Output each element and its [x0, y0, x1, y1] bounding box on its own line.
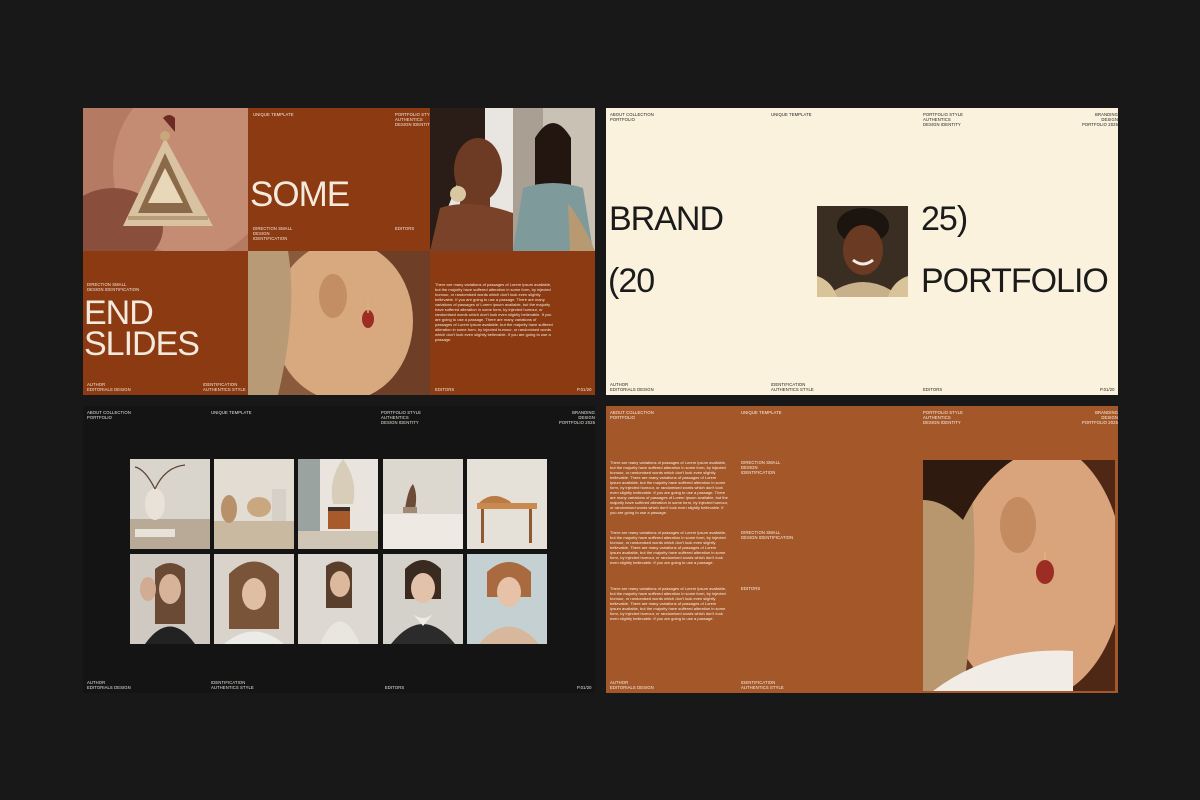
- identification-label: IDENTIFICATION AUTHENTICS STYLE: [741, 680, 784, 690]
- editors-bottom-label: EDITORS: [435, 387, 455, 392]
- heading-brand: BRAND: [609, 200, 724, 238]
- gallery-photo-woman-3: [298, 554, 378, 644]
- heading-slides: SLIDES: [84, 325, 200, 363]
- slide-editorial-text: ABOUT COLLECTION PORTFOLIO UNIQUE TEMPLA…: [606, 406, 1118, 693]
- direction-small-label-1: DIRECTION SMALL DESIGN IDENTIFICATION: [741, 460, 781, 475]
- direction-small-label-2: DIRECTION SMALL DESIGN IDENTIFICATION: [741, 530, 794, 540]
- direction-small-label: DIRECTION SMALL DESIGN IDENTIFICATION: [253, 226, 293, 241]
- author-label: AUTHOR EDITORIALS DESIGN: [610, 680, 654, 690]
- gallery-photo-pottery: [214, 459, 294, 549]
- body-paragraph-1: There are many variations of passages of…: [610, 460, 728, 515]
- unique-template-label: UNIQUE TEMPLATE: [771, 112, 812, 117]
- slide-gallery: ABOUT COLLECTION PORTFOLIO UNIQUE TEMPLA…: [83, 406, 595, 693]
- earring-neck-photo: [248, 251, 430, 395]
- portfolio-style-label: PORTFOLIO STYLE AUTHENTICS DESIGN IDENTI…: [923, 410, 964, 425]
- portfolio-style-label: PORTFOLIO STYLE AUTHENTICS DESIGN IDENTI…: [381, 410, 422, 425]
- gallery-photo-bed: [383, 459, 463, 549]
- gallery-photo-vase: [130, 459, 210, 549]
- branding-design-label: BRANDING DESIGN PORTFOLIO 2025: [1082, 112, 1118, 127]
- identification-label: IDENTIFICATION AUTHENTICS STYLE: [203, 382, 246, 392]
- about-collection-label: ABOUT COLLECTION PORTFOLIO: [87, 410, 131, 420]
- woman-teal-photo: [513, 108, 595, 251]
- smiling-woman-photo: [817, 206, 908, 297]
- identification-label: IDENTIFICATION AUTHENTICS STYLE: [211, 680, 254, 690]
- page-number: P.01/20: [577, 685, 592, 690]
- branding-design-label: BRANDING DESIGN PORTFOLIO 2025: [559, 410, 595, 425]
- slide-brand-portfolio: ABOUT COLLECTION PORTFOLIO UNIQUE TEMPLA…: [606, 108, 1118, 395]
- editors-label: EDITORS: [395, 226, 415, 231]
- page-number: P.01/20: [1100, 387, 1115, 392]
- branding-design-label: BRANDING DESIGN PORTFOLIO 2025: [1082, 410, 1118, 425]
- gallery-photo-candle: [298, 459, 378, 549]
- gallery-photo-woman-1: [130, 554, 210, 644]
- about-collection-label: ABOUT COLLECTION PORTFOLIO: [610, 112, 654, 122]
- gallery-photo-woman-2: [214, 554, 294, 644]
- body-paragraph-3: There are many variations of passages of…: [610, 586, 727, 621]
- author-label: AUTHOR EDITORIALS DESIGN: [87, 680, 131, 690]
- body-paragraph-2: There are many variations of passages of…: [610, 530, 727, 565]
- editors-label: EDITORS: [741, 586, 761, 591]
- author-label: AUTHOR EDITORIALS DESIGN: [610, 382, 654, 392]
- identification-label: IDENTIFICATION AUTHENTICS STYLE: [771, 382, 814, 392]
- body-paragraph: There are many variations of passages of…: [435, 282, 553, 342]
- unique-template-label: UNIQUE TEMPLATE: [211, 410, 252, 415]
- earring-neck-large-photo: [923, 460, 1115, 691]
- editors-label: EDITORS: [923, 387, 943, 392]
- heading-25: 25): [921, 200, 968, 238]
- author-label: AUTHOR EDITORIALS DESIGN: [87, 382, 131, 392]
- unique-template-label: UNIQUE TEMPLATE: [741, 410, 782, 415]
- unique-template-label: UNIQUE TEMPLATE: [253, 112, 294, 117]
- portfolio-style-label: PORTFOLIO STYLE AUTHENTICS DESIGN IDENTI…: [923, 112, 964, 127]
- gallery-photo-woman-4: [383, 554, 463, 644]
- earring-closeup-photo: [83, 108, 248, 251]
- about-collection-label: ABOUT COLLECTION PORTFOLIO: [610, 410, 654, 420]
- slide-end-slides: UNIQUE TEMPLATE PORTFOLIO STYLE AUTHENTI…: [83, 108, 595, 395]
- heading-portfolio: PORTFOLIO: [921, 262, 1109, 300]
- page-number: P.01/20: [577, 387, 592, 392]
- direction-small-left-label: DIRECTION SMALL DESIGN IDENTIFICATION: [87, 282, 140, 292]
- heading-20: (20: [608, 262, 655, 300]
- editors-label: EDITORS: [385, 685, 405, 690]
- gallery-photo-table: [467, 459, 547, 549]
- woman-profile-photo: [430, 108, 513, 251]
- heading-some: SOME: [250, 175, 350, 214]
- gallery-photo-woman-5: [467, 554, 547, 644]
